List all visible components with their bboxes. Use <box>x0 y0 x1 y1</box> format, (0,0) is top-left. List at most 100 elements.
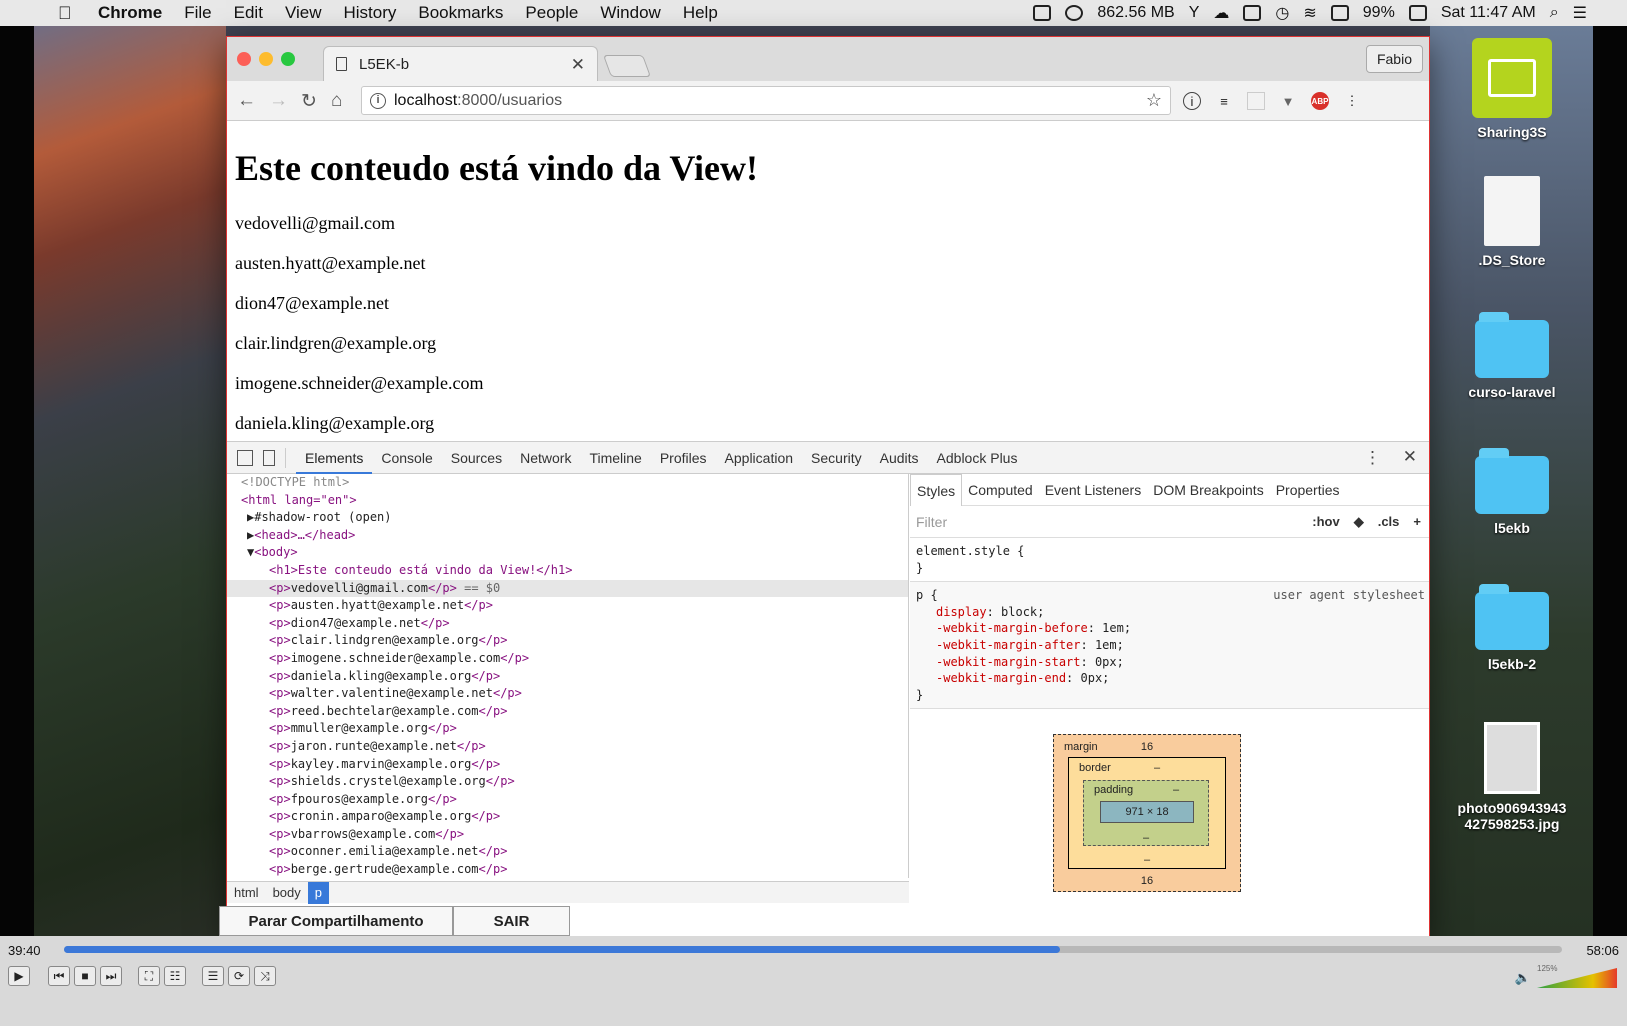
ua-stylesheet-rule[interactable]: p { user agent stylesheet display: block… <box>910 582 1429 710</box>
zoom-window-icon[interactable] <box>281 52 295 66</box>
menu-window[interactable]: Window <box>600 3 660 23</box>
desktop-icon-l5ekb[interactable]: l5ekb <box>1432 448 1592 536</box>
dom-p-element[interactable]: <p>dion47@example.net</p> <box>227 615 908 633</box>
padding-top-value[interactable]: – <box>1084 784 1208 796</box>
dom-p-element[interactable]: <p>cronin.amparo@example.org</p> <box>227 808 908 826</box>
tab-styles[interactable]: Styles <box>910 473 963 506</box>
dom-p-element[interactable]: <p>berge.gertrude@example.com</p> <box>227 861 908 878</box>
dom-p-element[interactable]: <p>mmuller@example.org</p> <box>227 720 908 738</box>
tab-console[interactable]: Console <box>372 442 441 474</box>
tab-l5ek-b[interactable]: L5EK-b ✕ <box>323 46 598 81</box>
minimize-window-icon[interactable] <box>259 52 273 66</box>
color-palette-icon[interactable]: ◆ <box>1354 514 1364 530</box>
menu-help[interactable]: Help <box>683 3 718 23</box>
crumb-p[interactable]: p <box>307 881 329 904</box>
tab-profiles[interactable]: Profiles <box>651 442 716 474</box>
forward-icon[interactable]: → <box>269 90 288 112</box>
previous-icon[interactable]: ⏮ <box>48 966 70 986</box>
time-machine-icon[interactable]: ◷ <box>1275 3 1289 23</box>
menubar-clock[interactable]: Sat 11:47 AM <box>1441 4 1536 22</box>
apple-icon[interactable]:  <box>58 3 72 24</box>
antenna-icon[interactable]: Y <box>1189 4 1200 22</box>
dom-shadow-root[interactable]: ▶#shadow-root (open) <box>227 509 908 527</box>
inspect-element-icon[interactable] <box>237 449 253 466</box>
dom-head[interactable]: ▶<head>…</head> <box>227 527 908 545</box>
margin-top-value[interactable]: 16 <box>1054 741 1240 753</box>
info-icon[interactable]: i <box>370 92 386 109</box>
dom-html[interactable]: <html lang="en"> <box>227 492 908 510</box>
elements-tree[interactable]: <!DOCTYPE html> <html lang="en"> ▶#shado… <box>227 474 909 878</box>
device-toolbar-icon[interactable] <box>263 449 275 466</box>
margin-bottom-value[interactable]: 16 <box>1054 875 1240 887</box>
desktop-icon-l5ekb-2[interactable]: l5ekb-2 <box>1432 584 1592 672</box>
notification-center-icon[interactable]: ☰ <box>1573 3 1587 23</box>
cloud-icon[interactable]: ☁ <box>1213 3 1229 23</box>
home-icon[interactable]: ⌂ <box>331 90 342 112</box>
crumb-body[interactable]: body <box>266 882 308 904</box>
padding-bottom-value[interactable]: – <box>1084 832 1208 844</box>
css-property[interactable]: display: block; <box>916 604 1423 621</box>
menu-file[interactable]: File <box>184 3 211 23</box>
camera-icon[interactable] <box>1033 5 1052 21</box>
fullscreen-icon[interactable]: ⛶ <box>138 966 160 986</box>
seek-bar[interactable] <box>64 946 1562 953</box>
tab-properties[interactable]: Properties <box>1270 474 1346 506</box>
tab-timeline[interactable]: Timeline <box>580 442 650 474</box>
cls-toggle[interactable]: .cls <box>1378 514 1400 530</box>
element-style-rule[interactable]: element.style { } <box>910 538 1429 583</box>
dom-p-element[interactable]: <p>shields.crystel@example.org</p> <box>227 773 908 791</box>
menu-edit[interactable]: Edit <box>234 3 263 23</box>
hov-toggle[interactable]: :hov <box>1312 514 1339 530</box>
dom-h1[interactable]: <h1>Este conteudo está vindo da View!</h… <box>227 562 908 580</box>
devtools-menu-icon[interactable]: ⋮ <box>1364 448 1381 468</box>
blank-extension-icon[interactable] <box>1247 92 1265 110</box>
onepassword-extension-icon[interactable]: i <box>1183 92 1201 110</box>
close-window-icon[interactable] <box>237 52 251 66</box>
dom-p-element[interactable]: <p>reed.bechtelar@example.com</p> <box>227 703 908 721</box>
airplay-icon[interactable] <box>1243 5 1262 21</box>
adblock-plus-icon[interactable]: ABP <box>1311 92 1329 110</box>
menu-people[interactable]: People <box>525 3 578 23</box>
dom-p-element[interactable]: <p>daniela.kling@example.org</p> <box>227 668 908 686</box>
memory-readout[interactable]: 862.56 MB <box>1097 4 1174 22</box>
play-icon[interactable]: ▶ <box>8 966 30 986</box>
devtools-close-icon[interactable]: ✕ <box>1403 447 1417 467</box>
dom-p-element[interactable]: <p>vedovelli@gmail.com</p> == $0 <box>227 579 908 598</box>
new-tab-button[interactable] <box>602 55 652 77</box>
tab-close-icon[interactable]: ✕ <box>571 55 585 75</box>
stop-sharing-button[interactable]: Parar Compartilhamento <box>219 906 453 936</box>
dom-body[interactable]: ▼<body> <box>227 544 908 562</box>
styles-filter[interactable]: Filter :hov ◆ .cls + <box>910 506 1429 538</box>
add-rule-icon[interactable]: + <box>1413 514 1421 530</box>
equalizer-icon[interactable]: ☷ <box>164 966 186 986</box>
bookmark-star-icon[interactable]: ☆ <box>1146 90 1162 111</box>
dom-doctype[interactable]: <!DOCTYPE html> <box>227 474 908 492</box>
desktop-icon-curso-laravel[interactable]: curso-laravel <box>1432 312 1592 400</box>
dom-p-element[interactable]: <p>clair.lindgren@example.org</p> <box>227 632 908 650</box>
crumb-html[interactable]: html <box>227 882 266 904</box>
tab-event-listeners[interactable]: Event Listeners <box>1039 474 1148 506</box>
dom-p-element[interactable]: <p>jaron.runte@example.net</p> <box>227 738 908 756</box>
css-property[interactable]: -webkit-margin-before: 1em; <box>916 620 1423 637</box>
loop-icon[interactable]: ⟳ <box>228 966 250 986</box>
keyboard-icon[interactable] <box>1330 5 1349 21</box>
tab-computed[interactable]: Computed <box>962 474 1039 506</box>
reload-icon[interactable]: ↻ <box>301 90 317 113</box>
tab-application[interactable]: Application <box>716 442 803 474</box>
back-icon[interactable]: ← <box>237 90 256 112</box>
desktop-icon-ds-store[interactable]: .DS_Store <box>1432 176 1592 268</box>
vue-devtools-icon[interactable]: ▼ <box>1279 92 1297 110</box>
battery-percent[interactable]: 99% <box>1363 4 1395 22</box>
next-icon[interactable]: ⏭ <box>100 966 122 986</box>
playlist-icon[interactable]: ☰ <box>202 966 224 986</box>
tab-elements[interactable]: Elements <box>296 442 373 474</box>
address-bar[interactable]: i localhost :8000/usuarios ☆ <box>361 86 1171 115</box>
dom-p-element[interactable]: <p>fpouros@example.org</p> <box>227 791 908 809</box>
menu-bookmarks[interactable]: Bookmarks <box>418 3 503 23</box>
battery-icon[interactable] <box>1408 5 1427 21</box>
profile-button[interactable]: Fabio <box>1365 45 1423 73</box>
dom-p-element[interactable]: <p>imogene.schneider@example.com</p> <box>227 650 908 668</box>
dom-p-element[interactable]: <p>kayley.marvin@example.org</p> <box>227 756 908 774</box>
menu-history[interactable]: History <box>343 3 396 23</box>
border-top-value[interactable]: – <box>1069 762 1225 774</box>
